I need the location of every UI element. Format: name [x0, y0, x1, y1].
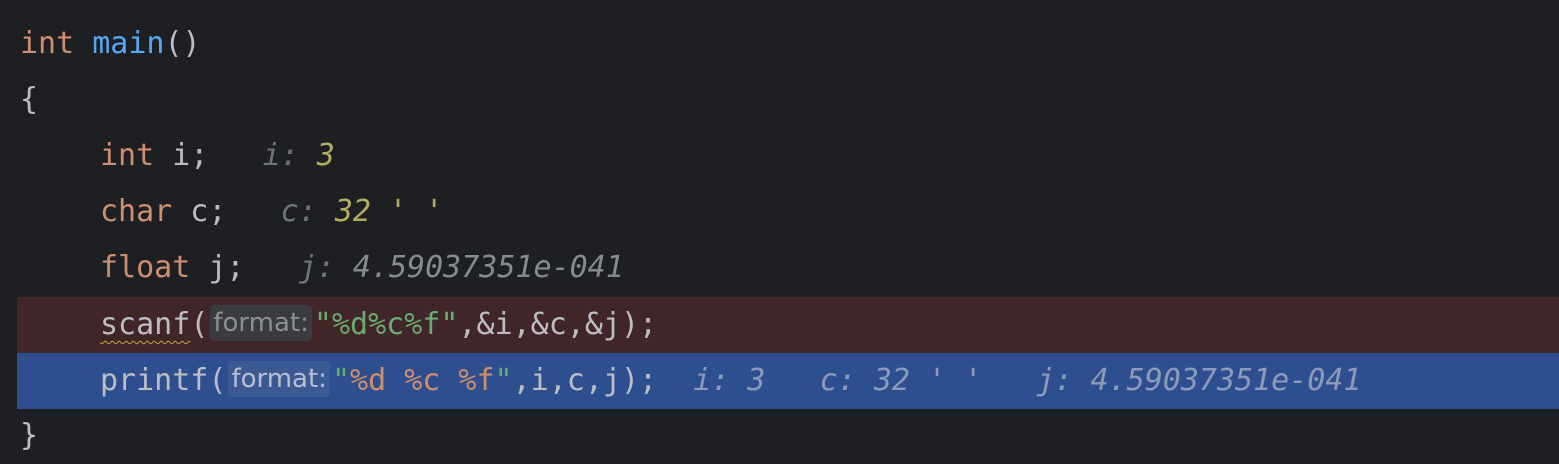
- code-line-main-signature[interactable]: int main(): [17, 16, 1559, 72]
- code-line-close-brace[interactable]: }: [17, 408, 1559, 464]
- open-paren: (: [208, 363, 227, 398]
- open-paren: (: [190, 307, 209, 342]
- inline-hint-value-c: 32 ' ': [334, 194, 444, 229]
- code-line-int-i[interactable]: int i; i: 3: [17, 128, 1559, 184]
- code-line-char-c[interactable]: char c; c: 32 ' ': [17, 184, 1559, 240]
- code-editor[interactable]: int main() { int i; i: 3 char c; c: 32 '…: [0, 0, 1559, 464]
- declaration-j: j;: [190, 250, 245, 285]
- string-space: [386, 363, 404, 398]
- declaration-c: c;: [172, 194, 227, 229]
- scanf-arguments: ,&i,&c,&j);: [458, 307, 658, 342]
- format-specifier-f: %f: [458, 363, 495, 398]
- format-string: %d%c%f: [331, 307, 441, 342]
- function-call-scanf[interactable]: scanf: [100, 307, 190, 342]
- inline-hint-name-c: c:: [280, 194, 317, 229]
- inline-hint-value-i: 3: [316, 138, 335, 173]
- close-brace: }: [20, 418, 39, 453]
- gutter[interactable]: [0, 0, 17, 464]
- function-call-printf[interactable]: printf: [100, 363, 208, 398]
- code-line-scanf-breakpoint[interactable]: scanf(format: "%d%c%f",&i,&c,&j);: [17, 297, 1559, 353]
- code-line-float-j[interactable]: float j; j: 4.59037351e-041: [17, 240, 1559, 296]
- inline-hint-name-i: i:: [262, 138, 299, 173]
- code-line-open-brace[interactable]: {: [17, 72, 1559, 128]
- string-quote-close: ": [440, 307, 459, 342]
- printf-arguments: ,i,c,j);: [512, 363, 658, 398]
- keyword-int: int: [20, 26, 75, 61]
- format-specifier-d: %d: [350, 363, 387, 398]
- string-space: [440, 363, 458, 398]
- keyword-float: float: [100, 250, 191, 285]
- format-specifier-c: %c: [404, 363, 441, 398]
- parens: (): [164, 26, 201, 61]
- inline-hint-value-j: 4.59037351e-041: [352, 250, 624, 285]
- parameter-hint-format: format:: [228, 361, 330, 397]
- inline-debug-values: i: 3 c: 32 ' ' j: 4.59037351e-041: [693, 363, 1362, 398]
- open-brace: {: [20, 82, 39, 117]
- declaration-i: i;: [154, 138, 209, 173]
- keyword-char: char: [100, 194, 173, 229]
- code-line-printf-execution-point[interactable]: printf(format: "%d %c %f",i,c,j); i: 3 c:…: [17, 353, 1559, 409]
- string-quote-close: ": [494, 363, 513, 398]
- string-quote-open: ": [331, 363, 351, 398]
- keyword-int: int: [100, 138, 155, 173]
- inline-hint-name-j: j:: [298, 250, 335, 285]
- function-name-main: main: [92, 26, 165, 61]
- string-quote-open: ": [313, 307, 332, 342]
- parameter-hint-format: format:: [210, 305, 312, 341]
